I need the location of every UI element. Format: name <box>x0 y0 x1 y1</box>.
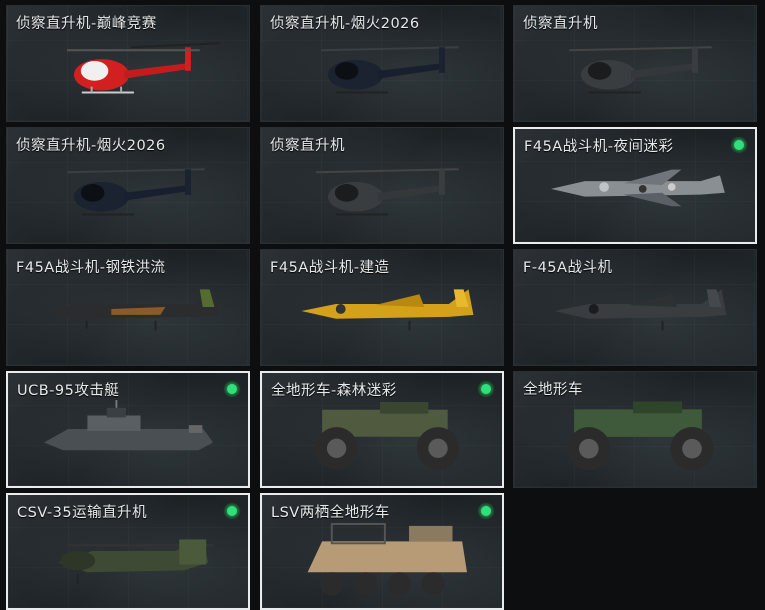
vehicle-name: F45A战斗机-钢铁洪流 <box>16 260 166 276</box>
vehicle-name: F45A战斗机-夜间迷彩 <box>524 139 674 155</box>
vehicle-skin-grid: 侦察直升机-巅峰竞赛 侦察直升机-烟火2026 侦察直升机 侦察直升机-烟火20… <box>0 0 765 610</box>
owned-indicator-icon <box>224 503 240 519</box>
vehicle-card[interactable]: 侦察直升机-烟火2026 <box>260 5 504 122</box>
vehicle-name: LSV两栖全地形车 <box>271 505 390 521</box>
vehicle-card[interactable]: F45A战斗机-钢铁洪流 <box>6 249 250 366</box>
owned-indicator-icon <box>224 381 240 397</box>
vehicle-name: 侦察直升机 <box>523 16 598 32</box>
vehicle-card[interactable]: F45A战斗机-夜间迷彩 <box>513 127 757 244</box>
vehicle-card[interactable]: F-45A战斗机 <box>513 249 757 366</box>
vehicle-name: F-45A战斗机 <box>523 260 613 276</box>
owned-indicator-icon <box>731 137 747 153</box>
vehicle-card[interactable]: CSV-35运输直升机 <box>6 493 250 610</box>
vehicle-name: 侦察直升机-烟火2026 <box>270 16 420 32</box>
vehicle-name: UCB-95攻击艇 <box>17 383 120 399</box>
vehicle-card[interactable]: 侦察直升机-巅峰竞赛 <box>6 5 250 122</box>
vehicle-card[interactable]: 侦察直升机-烟火2026 <box>6 127 250 244</box>
vehicle-card[interactable]: 全地形车-森林迷彩 <box>260 371 504 488</box>
vehicle-card[interactable]: F45A战斗机-建造 <box>260 249 504 366</box>
vehicle-card[interactable]: UCB-95攻击艇 <box>6 371 250 488</box>
owned-indicator-icon <box>478 503 494 519</box>
vehicle-name: 侦察直升机-烟火2026 <box>16 138 166 154</box>
vehicle-name: 侦察直升机-巅峰竞赛 <box>16 16 157 32</box>
vehicle-name: F45A战斗机-建造 <box>270 260 390 276</box>
owned-indicator-icon <box>478 381 494 397</box>
vehicle-card[interactable]: 侦察直升机 <box>513 5 757 122</box>
vehicle-card[interactable]: 全地形车 <box>513 371 757 488</box>
vehicle-name: 侦察直升机 <box>270 138 345 154</box>
vehicle-name: 全地形车 <box>523 382 583 398</box>
vehicle-name: CSV-35运输直升机 <box>17 505 148 521</box>
vehicle-card[interactable]: 侦察直升机 <box>260 127 504 244</box>
vehicle-card[interactable]: LSV两栖全地形车 <box>260 493 504 610</box>
vehicle-name: 全地形车-森林迷彩 <box>271 383 397 399</box>
